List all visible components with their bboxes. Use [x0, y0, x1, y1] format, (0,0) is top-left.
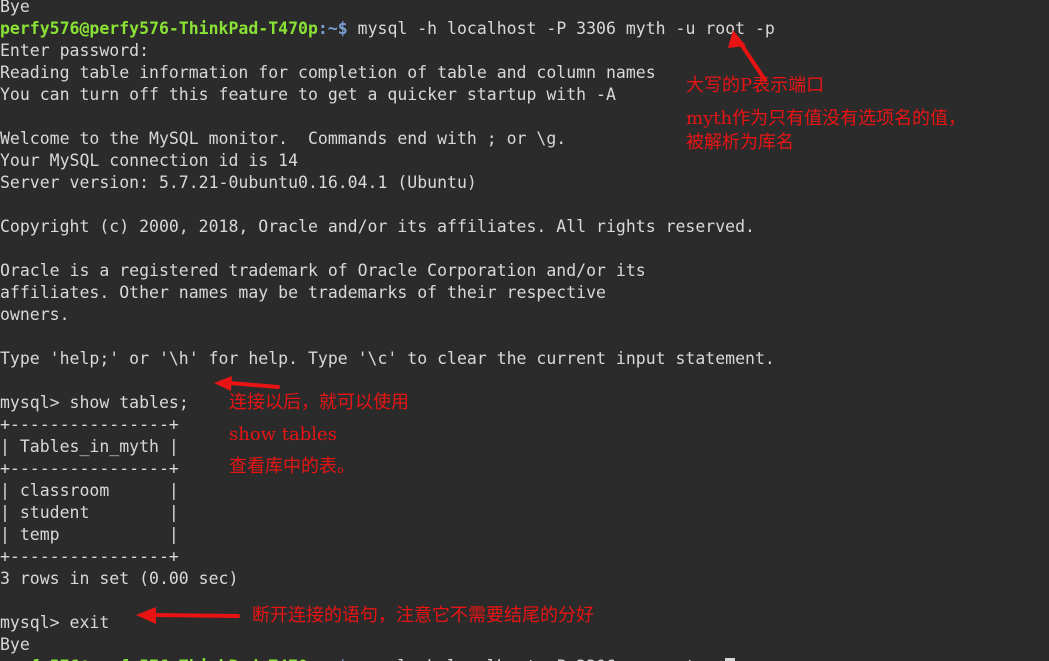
mysql-prompt: mysql> [0, 393, 70, 412]
terminal-output-area: Bye perfy576@perfy576-ThinkPad-T470p:~$ m… [0, 0, 1049, 661]
shell-command-text: mysql -h localhost -P 3306 myth -u root … [347, 19, 775, 38]
shell-prompt-path: :~$ [317, 19, 348, 38]
terminal-output-line: Bye [0, 0, 30, 16]
terminal-output-line: You can turn off this feature to get a q… [0, 85, 616, 104]
terminal-output-line: 3 rows in set (0.00 sec) [0, 569, 239, 588]
terminal-output-line: owners. [0, 305, 70, 324]
terminal-output-line: | student | [0, 503, 179, 522]
mysql-prompt: mysql> [0, 613, 70, 632]
terminal-output-line: +----------------+ [0, 415, 179, 434]
terminal-window[interactable]: Bye perfy576@perfy576-ThinkPad-T470p:~$ m… [0, 0, 1049, 661]
terminal-output-line: Oracle is a registered trademark of Orac… [0, 261, 646, 280]
shell-prompt-userhost: perfy576@perfy576-ThinkPad-T470p [0, 19, 318, 38]
arrow-to-exit-command [136, 607, 240, 624]
terminal-output-line: | Tables_in_myth | [0, 437, 179, 456]
terminal-output-line: Type 'help;' or '\h' for help. Type '\c'… [0, 349, 775, 368]
mysql-command-text: exit [69, 613, 110, 632]
terminal-output-line: +----------------+ [0, 459, 179, 478]
annotation-after-connect-you-can-use: 连接以后，就可以使用 [229, 392, 409, 413]
terminal-output-line: Bye [0, 635, 30, 654]
mysql-command-text: show tables; [69, 393, 189, 412]
annotation-exit-no-semicolon-needed: 断开连接的语句，注意它不需要结尾的分好 [252, 605, 594, 626]
mysql-command-line: mysql> show tables; [0, 392, 1049, 414]
terminal-output-line: | classroom | [0, 481, 179, 500]
shell-prompt-path: :~$ [318, 657, 348, 661]
annotation-view-tables-in-database: 查看库中的表。 [229, 456, 355, 477]
terminal-output-line: | temp | [0, 525, 179, 544]
terminal-shell-command-line: perfy576@perfy576-ThinkPad-T470p:~$ mysq… [0, 18, 1049, 40]
shell-command-text: mysql -h localhost -P 3306 -u root -p [348, 657, 726, 661]
terminal-output-line: Server version: 5.7.21-0ubuntu0.16.04.1 … [0, 173, 477, 192]
annotation-myth-parsed-as-database-line1: myth作为只有值没有选项名的值， [686, 108, 967, 129]
terminal-output-line: +----------------+ [0, 547, 179, 566]
terminal-output-line: Reading table information for completion… [0, 63, 656, 82]
annotation-show-tables-literal: show tables [229, 424, 337, 445]
terminal-output-line: Welcome to the MySQL monitor. Commands e… [0, 129, 567, 148]
terminal-output-line: Copyright (c) 2000, 2018, Oracle and/or … [0, 217, 755, 236]
terminal-shell-command-line: perfy576@perfy576-ThinkPad-T470p:~$ mysq… [0, 656, 1049, 661]
terminal-output-line: Your MySQL connection id is 14 [0, 151, 299, 170]
shell-prompt-userhost: perfy576@perfy576-ThinkPad-T470p [0, 657, 318, 661]
annotation-myth-parsed-as-database-line2: 被解析为库名 [686, 132, 794, 153]
terminal-output-line: Enter password: [0, 41, 150, 60]
terminal-output-line: affiliates. Other names may be trademark… [0, 283, 606, 302]
annotation-uppercase-p-means-port: 大写的P表示端口 [686, 75, 825, 96]
